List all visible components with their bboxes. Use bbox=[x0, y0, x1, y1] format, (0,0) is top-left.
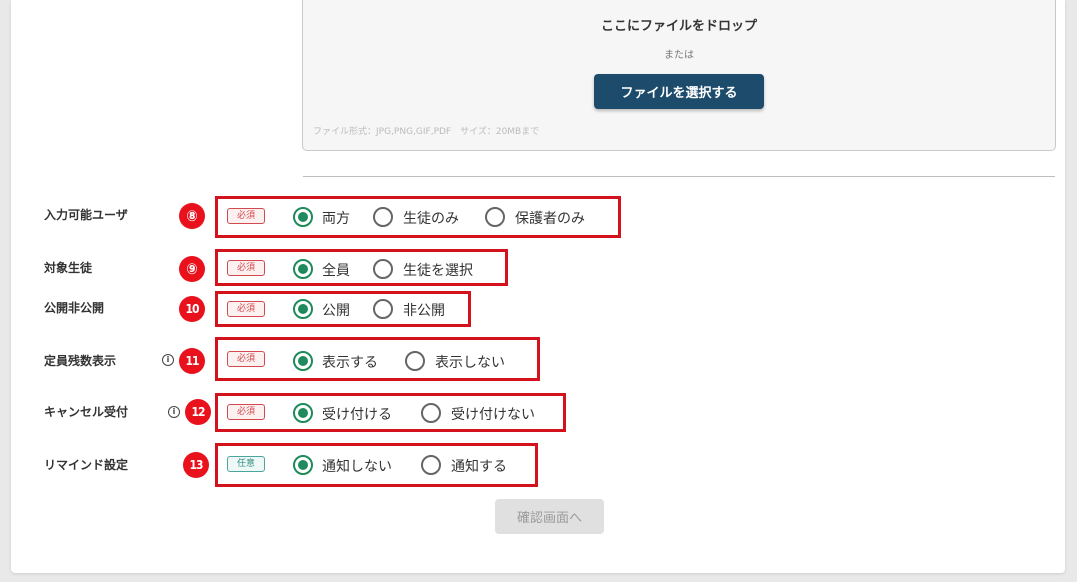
required-badge: 必須 bbox=[227, 404, 265, 420]
option-label: 表示しない bbox=[435, 355, 505, 371]
step-number-11: 11 bbox=[179, 348, 205, 374]
required-badge: 必須 bbox=[227, 301, 265, 317]
row-label-remaining-capacity: 定員残数表示 bbox=[44, 354, 117, 368]
section-divider bbox=[303, 176, 1055, 177]
optional-badge: 任意 bbox=[227, 456, 265, 472]
option-label: 通知する bbox=[451, 459, 507, 475]
radio-hide[interactable] bbox=[405, 351, 425, 371]
option-label: 公開 bbox=[322, 303, 350, 319]
radio-students-only[interactable] bbox=[373, 207, 393, 227]
row-label-visibility: 公開非公開 bbox=[44, 301, 105, 315]
drop-title: ここにファイルをドロップ bbox=[600, 19, 757, 34]
option-label: 受け付けない bbox=[451, 407, 535, 423]
step-number-12: 12 bbox=[185, 399, 211, 425]
radio-public[interactable] bbox=[293, 299, 313, 319]
radio-no-notify[interactable] bbox=[293, 455, 313, 475]
required-badge: 必須 bbox=[227, 260, 265, 276]
radio-all-students[interactable] bbox=[293, 259, 313, 279]
step-number-8: ⑧ bbox=[179, 203, 205, 229]
select-file-button[interactable]: ファイルを選択する bbox=[594, 74, 764, 109]
file-format-note: ファイル形式：JPG,PNG,GIF,PDF サイズ：20MBまで bbox=[313, 127, 540, 137]
option-label: 両方 bbox=[322, 211, 350, 227]
or-text: または bbox=[664, 50, 694, 61]
option-label: 受け付ける bbox=[322, 407, 392, 423]
confirm-button[interactable]: 確認画面へ bbox=[495, 499, 604, 534]
required-badge: 必須 bbox=[227, 208, 265, 224]
required-badge: 必須 bbox=[227, 351, 265, 367]
option-label: 全員 bbox=[322, 263, 350, 279]
option-label: 生徒のみ bbox=[403, 211, 459, 227]
option-label: 表示する bbox=[322, 355, 378, 371]
radio-guardians-only[interactable] bbox=[485, 207, 505, 227]
radio-not-accept[interactable] bbox=[421, 403, 441, 423]
file-drop-zone[interactable]: ここにファイルをドロップ または ファイルを選択する ファイル形式：JPG,PN… bbox=[302, 0, 1056, 151]
radio-notify[interactable] bbox=[421, 455, 441, 475]
option-label: 通知しない bbox=[322, 459, 392, 475]
step-number-10: 10 bbox=[179, 296, 205, 322]
option-label: 保護者のみ bbox=[515, 211, 585, 227]
row-label-target-students: 対象生徒 bbox=[44, 261, 93, 275]
step-number-13: 13 bbox=[183, 452, 209, 478]
step-number-9: ⑨ bbox=[179, 256, 205, 282]
option-label: 非公開 bbox=[403, 303, 445, 319]
info-icon[interactable]: i bbox=[168, 406, 180, 418]
row-label-cancellation: キャンセル受付 bbox=[44, 405, 129, 419]
row-label-input-user: 入力可能ユーザ bbox=[44, 208, 128, 222]
option-label: 生徒を選択 bbox=[403, 263, 473, 279]
row-label-reminder: リマインド設定 bbox=[44, 458, 129, 472]
radio-both[interactable] bbox=[293, 207, 313, 227]
form-panel: ここにファイルをドロップ または ファイルを選択する ファイル形式：JPG,PN… bbox=[11, 0, 1065, 573]
radio-private[interactable] bbox=[373, 299, 393, 319]
radio-select-students[interactable] bbox=[373, 259, 393, 279]
info-icon[interactable]: i bbox=[162, 354, 174, 366]
radio-accept[interactable] bbox=[293, 403, 313, 423]
radio-show[interactable] bbox=[293, 351, 313, 371]
